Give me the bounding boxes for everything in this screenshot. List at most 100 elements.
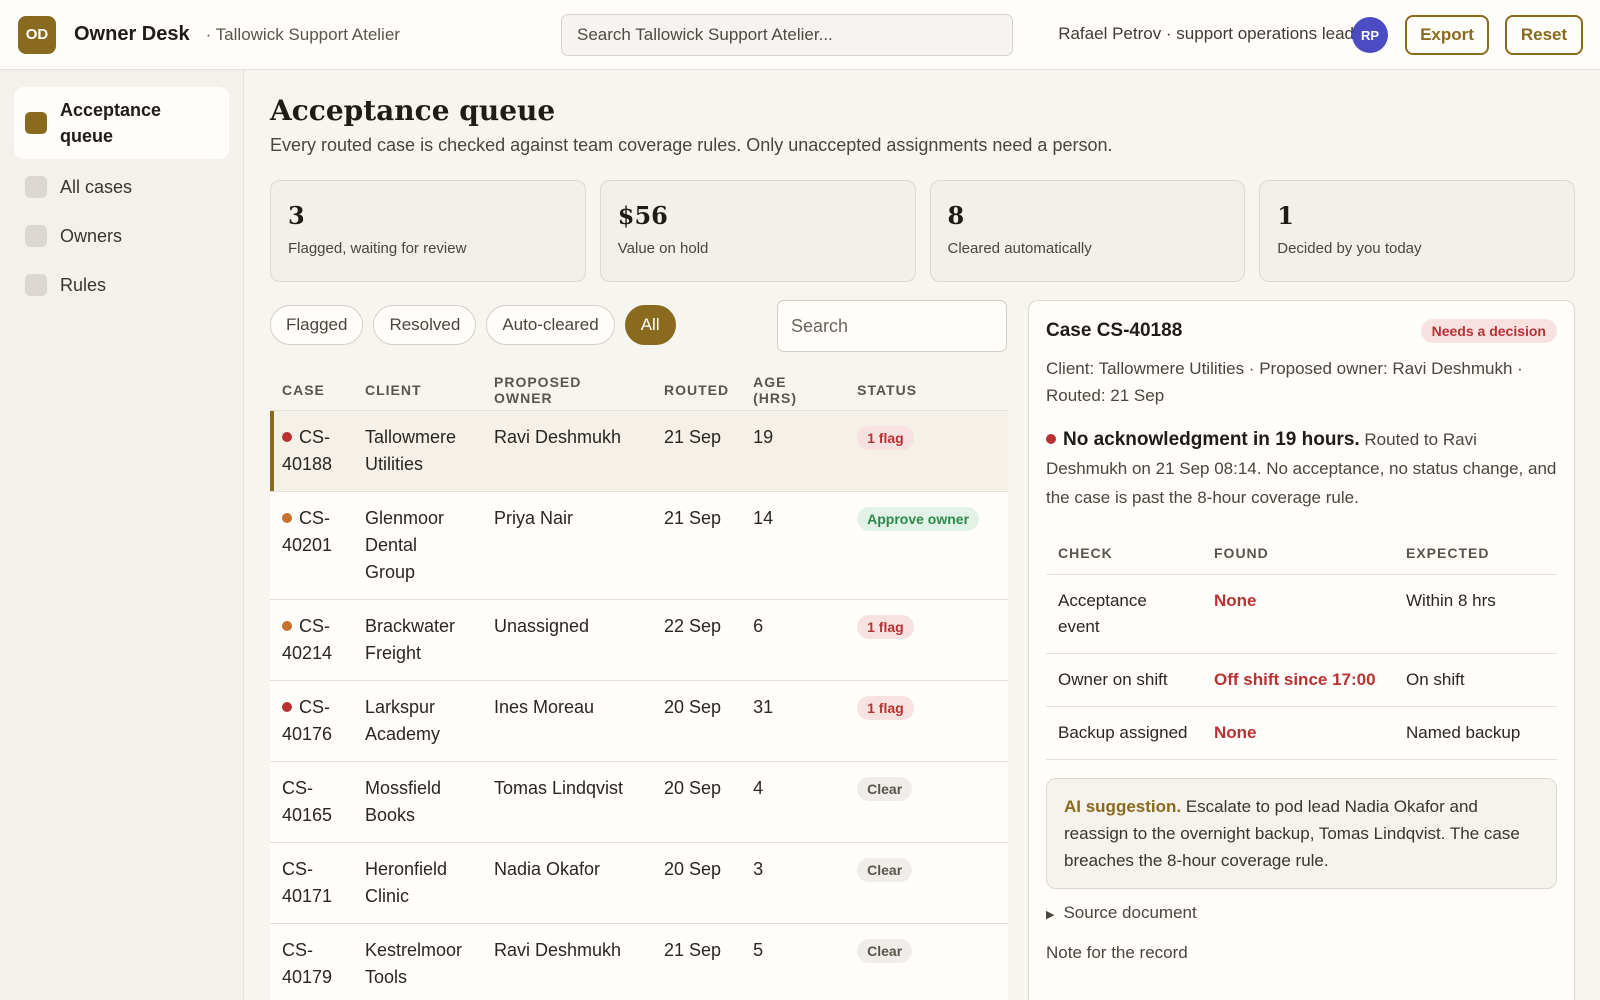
column-header-age[interactable]: AGE (HRS)	[741, 370, 846, 411]
export-button[interactable]: Export	[1405, 15, 1489, 55]
table-row[interactable]: CS-40214 Brackwater Freight Unassigned 2…	[270, 599, 1008, 681]
case-cell: CS-40188	[270, 410, 353, 492]
main-content: Acceptance queue Every routed case is ch…	[270, 70, 1575, 1000]
acceptance-queue-icon	[25, 112, 47, 134]
client-cell: Mossfield Books	[353, 761, 482, 843]
owner-cell: Tomas Lindqvist	[482, 761, 652, 843]
routed-cell: 21 Sep	[652, 410, 742, 492]
column-header-status[interactable]: STATUS	[845, 370, 1008, 411]
source-document-label: Source document	[1063, 902, 1197, 922]
filter-chips: Flagged Resolved Auto-cleared All	[270, 305, 676, 345]
sidebar: Acceptance queue All cases Owners Rules	[0, 70, 244, 1000]
owner-cell: Unassigned	[482, 599, 652, 681]
age-cell: 4	[741, 761, 846, 843]
column-header-client[interactable]: CLIENT	[353, 370, 482, 411]
stat-card-decided: 1 Decided by you today	[1259, 180, 1575, 282]
client-cell: Larkspur Academy	[353, 680, 482, 762]
routed-cell: 22 Sep	[652, 599, 742, 681]
column-header-expected: EXPECTED	[1394, 532, 1557, 575]
sidebar-item-label: All cases	[60, 176, 133, 197]
status-badge: 1 flag	[857, 614, 914, 639]
age-cell: 31	[741, 680, 846, 762]
note-label: Note for the record	[1046, 942, 1188, 962]
sidebar-item-label: Owners	[60, 225, 123, 246]
table-search-input[interactable]	[777, 300, 1007, 352]
column-header-found: FOUND	[1202, 532, 1394, 575]
client-cell: Brackwater Freight	[353, 599, 482, 681]
age-cell: 5	[741, 923, 846, 1000]
filter-chip-resolved[interactable]: Resolved	[373, 305, 477, 345]
found-cell: None	[1202, 706, 1394, 760]
page-title: Acceptance queue	[270, 94, 556, 127]
stat-label: Value on hold	[617, 240, 709, 257]
filter-chip-auto-cleared[interactable]: Auto-cleared	[486, 305, 615, 345]
warning-dot-icon	[282, 620, 292, 631]
status-cell: Clear	[845, 761, 1008, 843]
user-avatar[interactable]: RP	[1352, 17, 1388, 53]
table-row[interactable]: CS-40176 Larkspur Academy Ines Moreau 20…	[270, 680, 1008, 762]
table-row[interactable]: CS-40201 Glenmoor Dental Group Priya Nai…	[270, 491, 1008, 600]
routed-cell: 20 Sep	[652, 842, 742, 924]
status-cell: Clear	[845, 923, 1008, 1000]
detail-header: Case CS-40188 Needs a decision	[1046, 319, 1557, 343]
check-cell: Acceptance event	[1046, 574, 1202, 654]
flag-dot-icon	[282, 701, 292, 712]
sidebar-item-owners[interactable]: Owners	[14, 215, 229, 257]
client-cell: Kestrelmoor Tools	[353, 923, 482, 1000]
stats-row: 3 Flagged, waiting for review $56 Value …	[270, 180, 1575, 282]
found-cell: Off shift since 17:00	[1202, 653, 1394, 707]
client-cell: Heronfield Clinic	[353, 842, 482, 924]
owner-cell: Nadia Okafor	[482, 842, 652, 924]
table-row[interactable]: CS-40171 Heronfield Clinic Nadia Okafor …	[270, 842, 1008, 924]
status-badge[interactable]: Approve owner	[857, 506, 980, 531]
reset-button[interactable]: Reset	[1505, 15, 1583, 55]
status-badge: Clear	[857, 776, 913, 801]
rules-icon	[25, 274, 47, 296]
stat-value: 3	[288, 201, 305, 230]
stat-value: 8	[947, 201, 965, 230]
column-header-routed[interactable]: ROUTED	[652, 370, 742, 411]
column-header-proposed-owner[interactable]: PROPOSED OWNER	[482, 370, 652, 411]
sidebar-item-acceptance-queue[interactable]: Acceptance queue	[14, 87, 229, 159]
age-cell: 6	[741, 599, 846, 681]
stat-card-flagged: 3 Flagged, waiting for review	[270, 180, 586, 282]
filter-chip-all[interactable]: All	[624, 305, 676, 345]
case-cell: CS-40214	[270, 599, 353, 681]
flag-dot-icon	[282, 431, 292, 442]
owners-icon	[25, 225, 47, 247]
table-row[interactable]: CS-40188 Tallowmere Utilities Ravi Deshm…	[270, 410, 1008, 492]
filter-chip-flagged[interactable]: Flagged	[270, 305, 364, 345]
table-row[interactable]: CS-40165 Mossfield Books Tomas Lindqvist…	[270, 761, 1008, 843]
stat-label: Decided by you today	[1277, 240, 1422, 257]
ai-suggestion-box: AI suggestion. Escalate to pod lead Nadi…	[1046, 777, 1557, 889]
warning-dot-icon	[282, 512, 292, 523]
app-logo: OD	[18, 15, 56, 54]
checks-header-row: CHECK FOUND EXPECTED	[1046, 532, 1557, 575]
column-header-case[interactable]: CASE	[270, 370, 353, 411]
age-cell: 19	[741, 410, 846, 492]
table-row[interactable]: CS-40179 Kestrelmoor Tools Ravi Deshmukh…	[270, 923, 1008, 1000]
triangle-right-icon: ▶	[1046, 908, 1055, 921]
needs-decision-badge: Needs a decision	[1420, 319, 1557, 343]
table-header-row: CASE CLIENT PROPOSED OWNER ROUTED AGE (H…	[270, 370, 1008, 411]
expected-cell: Named backup	[1394, 706, 1557, 760]
sidebar-item-all-cases[interactable]: All cases	[14, 166, 229, 208]
stat-value: $56	[617, 201, 668, 230]
sidebar-item-rules[interactable]: Rules	[14, 264, 229, 306]
app-name: Owner Desk	[74, 23, 190, 45]
case-cell: CS-40201	[270, 491, 353, 600]
top-bar: OD Owner Desk · Tallowick Support Atelie…	[0, 0, 1600, 70]
source-document-toggle[interactable]: ▶ Source document	[1046, 903, 1557, 923]
expected-cell: Within 8 hrs	[1394, 574, 1557, 654]
age-cell: 3	[741, 842, 846, 924]
global-search-input[interactable]	[561, 14, 1013, 56]
status-badge: 1 flag	[857, 425, 914, 450]
status-badge: 1 flag	[857, 695, 914, 720]
detail-headline: No acknowledgment in 19 hours.	[1063, 429, 1360, 450]
routed-cell: 21 Sep	[652, 491, 742, 600]
alert-dot-icon	[1046, 434, 1056, 444]
stat-card-value-on-hold: $56 Value on hold	[599, 180, 916, 282]
case-cell: CS-40171	[270, 842, 353, 924]
detail-title: Case CS-40188	[1046, 320, 1183, 341]
detail-description: No acknowledgment in 19 hours. Routed to…	[1046, 425, 1557, 512]
